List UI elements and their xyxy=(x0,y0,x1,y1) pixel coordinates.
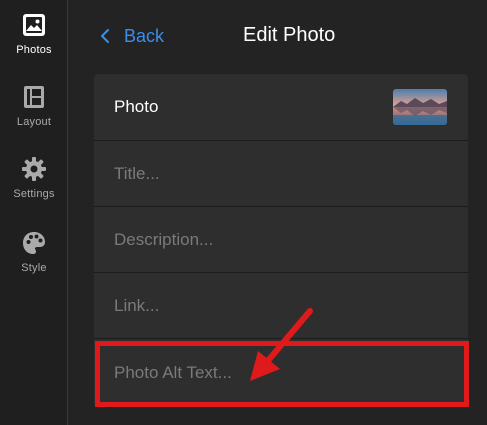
sidebar-item-label: Style xyxy=(21,262,47,274)
palette-icon xyxy=(23,232,45,254)
link-field[interactable]: Link... xyxy=(94,272,468,338)
sidebar: Photos Layout Settings Style xyxy=(0,0,68,425)
photo-row[interactable]: Photo xyxy=(94,74,468,140)
description-field[interactable]: Description... xyxy=(94,206,468,272)
sidebar-item-label: Layout xyxy=(16,116,52,128)
sidebar-item-layout[interactable]: Layout xyxy=(0,84,68,144)
sidebar-item-label: Photos xyxy=(16,44,52,56)
photo-icon xyxy=(23,14,45,36)
photo-label: Photo xyxy=(114,97,159,116)
gear-icon xyxy=(22,157,46,181)
sidebar-item-style[interactable]: Style xyxy=(0,230,68,290)
title-placeholder: Title... xyxy=(114,163,160,183)
title-field[interactable]: Title... xyxy=(94,140,468,206)
sidebar-item-settings[interactable]: Settings xyxy=(0,156,68,216)
link-placeholder: Link... xyxy=(114,295,160,315)
description-placeholder: Description... xyxy=(114,229,214,249)
sidebar-item-photos[interactable]: Photos xyxy=(0,12,68,72)
chevron-left-icon xyxy=(101,29,109,43)
header: Back Edit Photo xyxy=(69,0,487,72)
alt-text-field[interactable]: Photo Alt Text... xyxy=(94,338,468,406)
page-title: Edit Photo xyxy=(243,24,336,46)
back-button[interactable]: Back xyxy=(100,24,164,48)
photo-thumbnail[interactable] xyxy=(393,89,447,125)
alt-text-placeholder: Photo Alt Text... xyxy=(114,362,232,382)
layout-icon xyxy=(24,86,44,108)
back-label: Back xyxy=(124,25,165,46)
sidebar-item-label: Settings xyxy=(13,188,55,200)
edit-photo-form: Photo Title... Description... Link... Ph… xyxy=(94,74,468,406)
